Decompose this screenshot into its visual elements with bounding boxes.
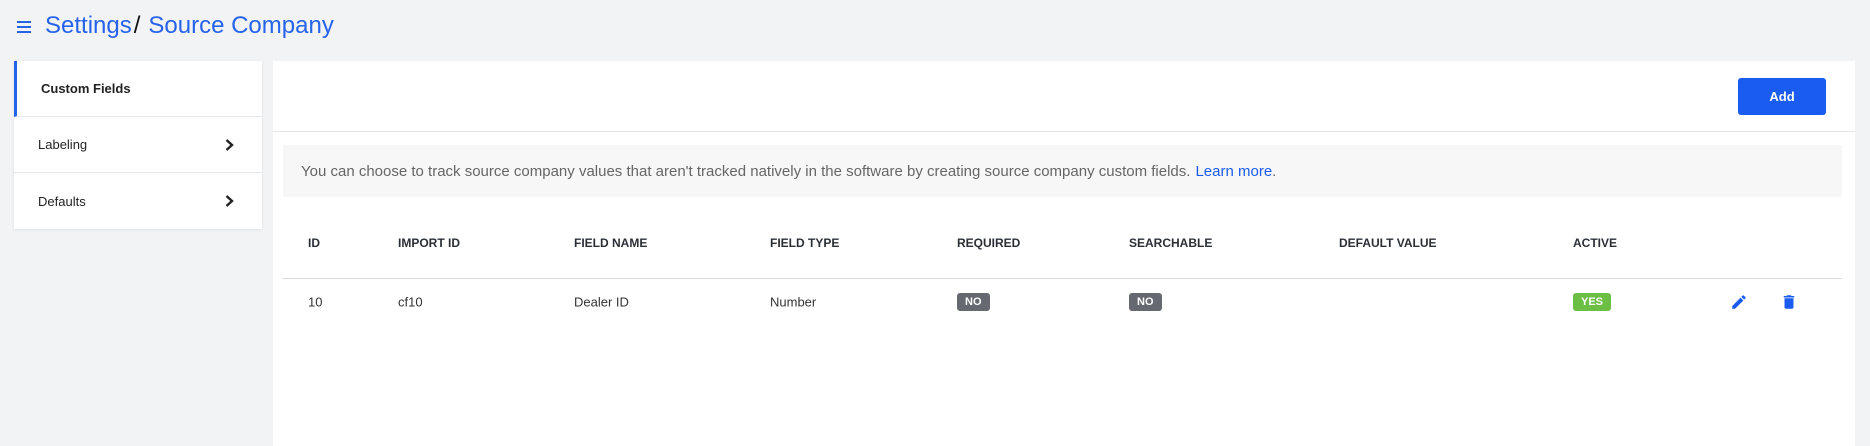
column-header-required[interactable]: REQUIRED xyxy=(957,236,1020,250)
page-header: Settings / Source Company xyxy=(0,0,1870,52)
sidebar-item-label: Custom Fields xyxy=(41,81,131,96)
custom-fields-panel: Add You can choose to track source compa… xyxy=(273,61,1855,446)
delete-button[interactable] xyxy=(1780,293,1798,311)
learn-more-link[interactable]: Learn more xyxy=(1195,163,1272,180)
table-row[interactable]: 10 cf10 Dealer ID Number NO NO YES xyxy=(283,279,1842,325)
sidebar-item-label: Defaults xyxy=(38,193,86,209)
info-suffix: . xyxy=(1272,162,1277,180)
sidebar-item-labeling[interactable]: Labeling xyxy=(14,117,262,173)
column-header-field-name[interactable]: FIELD NAME xyxy=(574,236,647,250)
settings-sidebar: Custom Fields Labeling Defaults xyxy=(14,61,262,229)
active-status-badge: YES xyxy=(1573,293,1612,311)
breadcrumb-separator: / xyxy=(133,12,141,39)
required-status-badge: NO xyxy=(957,293,990,311)
chevron-right-icon xyxy=(225,195,234,207)
custom-fields-table: ID IMPORT ID FIELD NAME FIELD TYPE REQUI… xyxy=(283,207,1842,325)
column-header-id[interactable]: ID xyxy=(308,236,320,250)
chevron-right-icon xyxy=(225,138,234,151)
cell-active: YES xyxy=(1573,293,1612,311)
column-header-active[interactable]: ACTIVE xyxy=(1573,236,1617,250)
column-header-field-type[interactable]: FIELD TYPE xyxy=(770,236,839,250)
cell-id: 10 xyxy=(308,294,323,310)
column-header-import-id[interactable]: IMPORT ID xyxy=(398,236,460,250)
column-header-searchable[interactable]: SEARCHABLE xyxy=(1129,236,1212,250)
pencil-icon[interactable] xyxy=(1730,293,1748,311)
panel-toolbar: Add xyxy=(273,61,1855,132)
page-title: Source Company xyxy=(148,12,334,39)
table-header: ID IMPORT ID FIELD NAME FIELD TYPE REQUI… xyxy=(283,207,1842,279)
hamburger-menu-icon[interactable] xyxy=(17,21,31,33)
cell-field-name: Dealer ID xyxy=(574,294,629,310)
edit-button[interactable] xyxy=(1730,293,1748,311)
info-banner: You can choose to track source company v… xyxy=(283,145,1842,197)
cell-field-type: Number xyxy=(770,294,817,310)
cell-searchable: NO xyxy=(1129,293,1162,311)
breadcrumb-settings[interactable]: Settings xyxy=(45,12,132,40)
column-header-default-value[interactable]: DEFAULT VALUE xyxy=(1339,236,1437,250)
sidebar-item-custom-fields[interactable]: Custom Fields xyxy=(14,61,262,117)
trash-icon[interactable] xyxy=(1780,293,1798,311)
cell-import-id: cf10 xyxy=(398,294,423,310)
sidebar-item-label: Labeling xyxy=(38,137,88,152)
info-text: You can choose to track source company v… xyxy=(301,162,1191,180)
searchable-status-badge: NO xyxy=(1129,293,1162,311)
sidebar-item-defaults[interactable]: Defaults xyxy=(14,173,262,229)
add-button[interactable]: Add xyxy=(1738,78,1826,115)
cell-required: NO xyxy=(957,293,990,311)
